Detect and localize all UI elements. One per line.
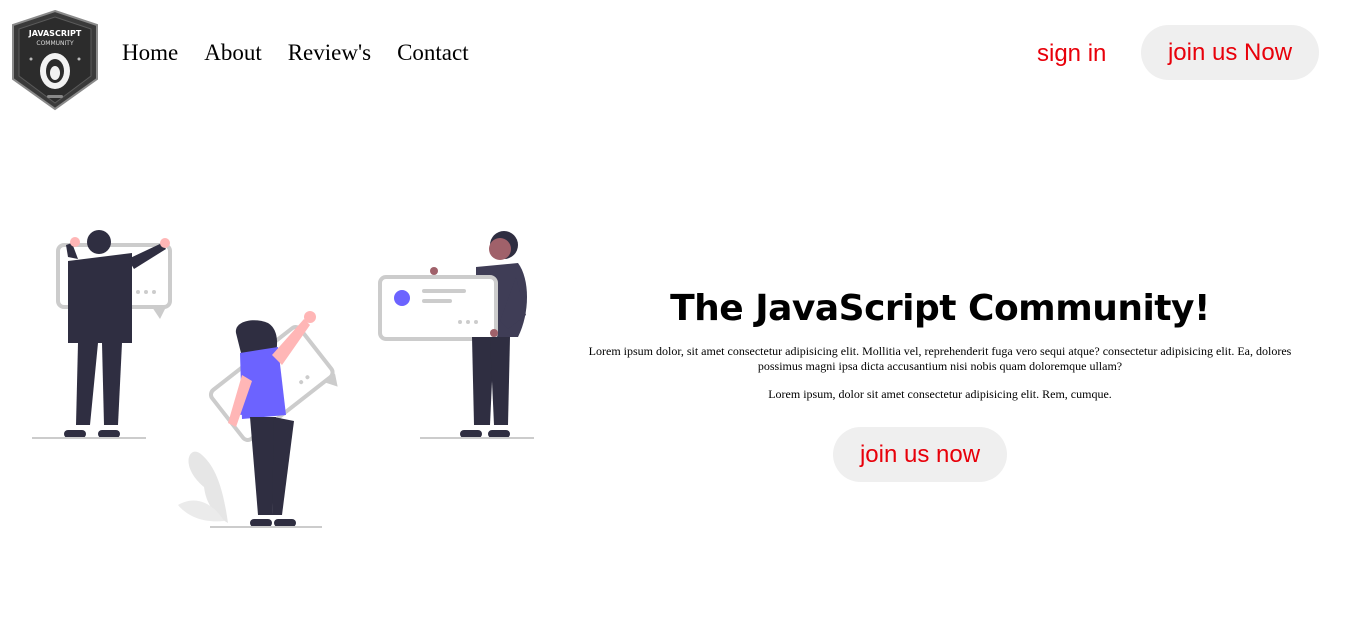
people-with-chat-bubbles-illustration-icon <box>28 225 538 535</box>
hero-title: The JavaScript Community! <box>670 288 1210 329</box>
logo-text-bottom: COMMUNITY <box>36 40 74 47</box>
sign-in-link[interactable]: sign in <box>1037 40 1106 68</box>
nav-contact[interactable]: Contact <box>397 40 469 66</box>
nav-home[interactable]: Home <box>122 40 178 66</box>
nav-reviews[interactable]: Review's <box>288 40 371 66</box>
lion-shield-logo-icon: JAVASCRIPT COMMUNITY <box>12 9 98 111</box>
hero-paragraph-1: Lorem ipsum dolor, sit amet consectetur … <box>588 344 1292 373</box>
logo-text-top: JAVASCRIPT <box>28 29 82 38</box>
hero-section: The JavaScript Community! Lorem ipsum do… <box>560 285 1320 402</box>
hero-paragraph-2: Lorem ipsum, dolor sit amet consectetur … <box>768 387 1112 401</box>
hero-join-us-now-button[interactable]: join us now <box>833 427 1007 482</box>
main-nav: Home About Review's Contact <box>122 40 469 66</box>
javascript-community-logo[interactable]: JAVASCRIPT COMMUNITY <box>9 9 101 111</box>
nav-about[interactable]: About <box>204 40 262 66</box>
join-us-now-button[interactable]: join us Now <box>1141 25 1319 80</box>
